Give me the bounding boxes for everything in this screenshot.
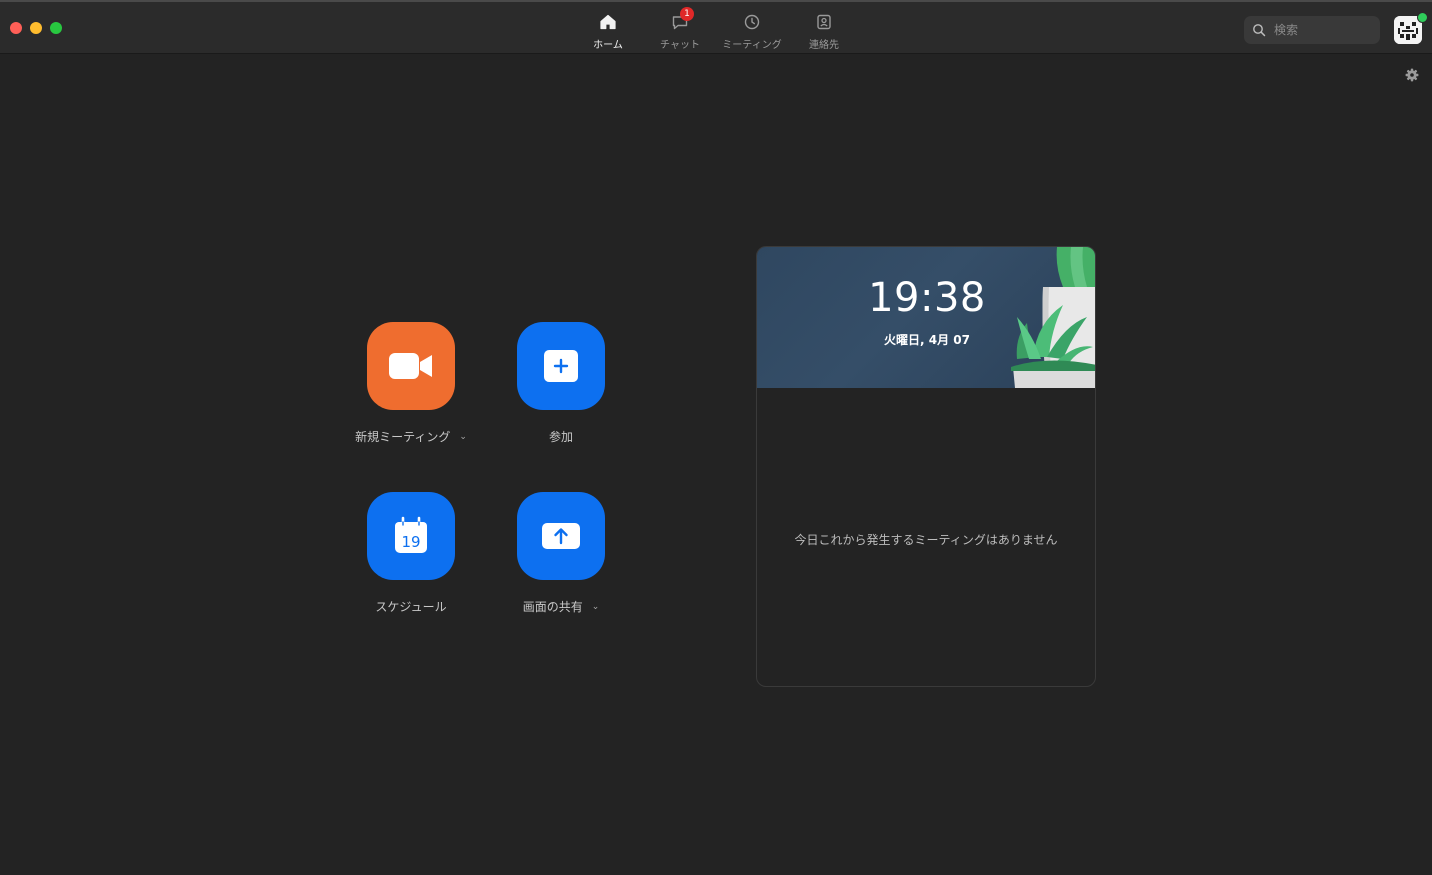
- schedule-label-row: スケジュール: [375, 598, 446, 615]
- title-bar: ホーム 1 チャット ミーティング 連絡先: [0, 0, 1432, 54]
- video-camera-icon: [389, 353, 432, 379]
- search-box[interactable]: [1244, 16, 1380, 44]
- contacts-icon: [814, 12, 834, 32]
- join-button[interactable]: [517, 322, 605, 410]
- schedule-button[interactable]: 19: [367, 492, 455, 580]
- clock-header: 19:38 火曜日, 4月 07: [757, 247, 1095, 388]
- new-meeting-action: 新規ミーティング ⌄: [331, 322, 491, 445]
- online-status-dot: [1417, 12, 1428, 23]
- share-screen-action: 画面の共有 ⌄: [481, 492, 641, 615]
- upcoming-meetings-card: 19:38 火曜日, 4月 07 今日これから発生するミーティングはありません: [756, 246, 1096, 687]
- no-meetings-message: 今日これから発生するミーティングはありません: [794, 533, 1058, 547]
- new-meeting-label-row[interactable]: 新規ミーティング ⌄: [355, 428, 467, 445]
- search-input[interactable]: [1272, 22, 1376, 38]
- chat-icon: 1: [670, 7, 694, 32]
- tab-contacts[interactable]: 連絡先: [788, 12, 860, 52]
- tab-meetings[interactable]: ミーティング: [716, 12, 788, 52]
- window-zoom-button[interactable]: [50, 22, 62, 34]
- join-action: 参加: [481, 322, 641, 445]
- tab-home-label: ホーム: [593, 40, 623, 51]
- chevron-down-icon[interactable]: ⌄: [592, 602, 600, 612]
- calendar-day-number: 19: [401, 533, 420, 551]
- tab-chat-label: チャット: [660, 40, 700, 51]
- schedule-label: スケジュール: [375, 600, 447, 614]
- new-meeting-label: 新規ミーティング: [355, 430, 451, 444]
- tab-meetings-label: ミーティング: [722, 40, 782, 51]
- settings-gear-icon[interactable]: [1404, 67, 1420, 83]
- tab-chat[interactable]: 1 チャット: [644, 7, 716, 52]
- search-icon: [1253, 24, 1266, 37]
- share-screen-label: 画面の共有: [522, 600, 583, 614]
- share-screen-label-row[interactable]: 画面の共有 ⌄: [523, 598, 600, 615]
- share-screen-icon: [542, 523, 580, 549]
- clock-icon: [742, 12, 762, 32]
- join-label-row: 参加: [549, 428, 573, 445]
- calendar-icon: 19: [395, 516, 427, 553]
- current-time: 19:38: [868, 275, 986, 321]
- schedule-action: 19 スケジュール: [331, 492, 491, 615]
- home-icon: [598, 12, 618, 32]
- new-meeting-button[interactable]: [367, 322, 455, 410]
- current-date: 火曜日, 4月 07: [884, 333, 970, 347]
- join-label: 参加: [548, 430, 573, 444]
- tab-contacts-label: 連絡先: [809, 40, 839, 51]
- window-close-button[interactable]: [10, 22, 22, 34]
- tab-home[interactable]: ホーム: [572, 12, 644, 52]
- plus-icon: [544, 350, 578, 382]
- chat-unread-badge: 1: [680, 7, 694, 21]
- chevron-down-icon[interactable]: ⌄: [459, 432, 467, 442]
- window-minimize-button[interactable]: [30, 22, 42, 34]
- share-screen-button[interactable]: [517, 492, 605, 580]
